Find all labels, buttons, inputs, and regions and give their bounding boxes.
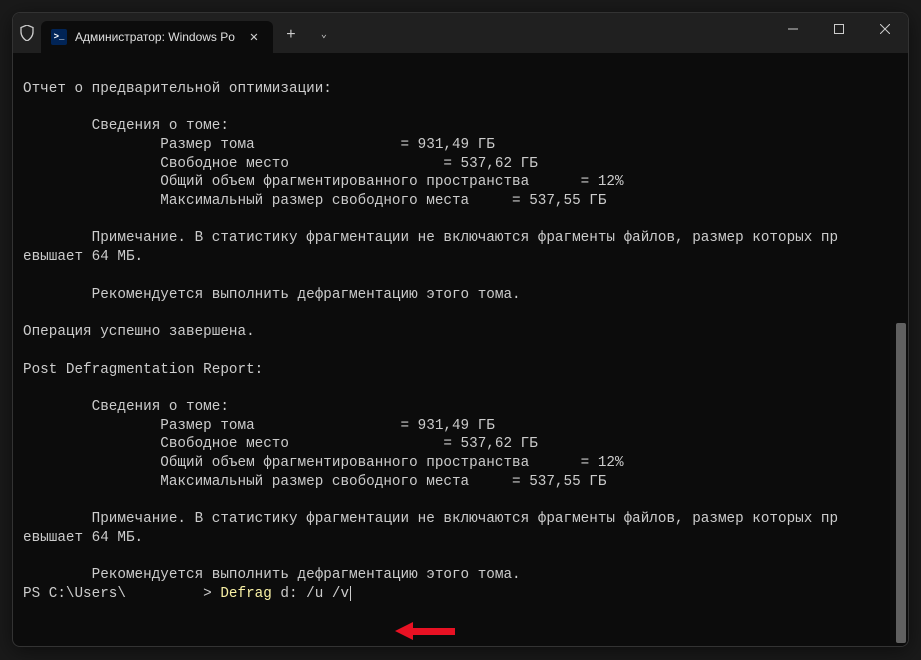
new-tab-button[interactable]: + (273, 19, 309, 51)
titlebar: >_ Администратор: Windows Po ✕ + ⌄ (13, 13, 908, 53)
close-window-button[interactable] (862, 13, 908, 45)
output-lines: Отчет о предварительной оптимизации: Све… (23, 61, 898, 585)
maximize-button[interactable] (816, 13, 862, 45)
tab-dropdown-button[interactable]: ⌄ (309, 19, 339, 51)
annotation-arrow (395, 622, 455, 640)
prompt-prefix: PS C:\Users\ > (23, 586, 220, 602)
tab-active[interactable]: >_ Администратор: Windows Po ✕ (41, 21, 273, 53)
minimize-button[interactable] (770, 13, 816, 45)
command-name: Defrag (220, 586, 280, 602)
terminal-window: >_ Администратор: Windows Po ✕ + ⌄ Отчет… (12, 12, 909, 647)
close-tab-button[interactable]: ✕ (245, 29, 263, 46)
powershell-icon: >_ (51, 29, 67, 45)
shield-icon (13, 13, 41, 53)
tab-title: Администратор: Windows Po (75, 30, 235, 44)
window-controls (770, 13, 908, 45)
terminal-output[interactable]: Отчет о предварительной оптимизации: Све… (13, 53, 908, 646)
command-args: d: /u /v (280, 586, 349, 602)
text-cursor (350, 586, 351, 601)
scrollbar[interactable] (894, 53, 908, 646)
scroll-thumb[interactable] (896, 323, 906, 643)
